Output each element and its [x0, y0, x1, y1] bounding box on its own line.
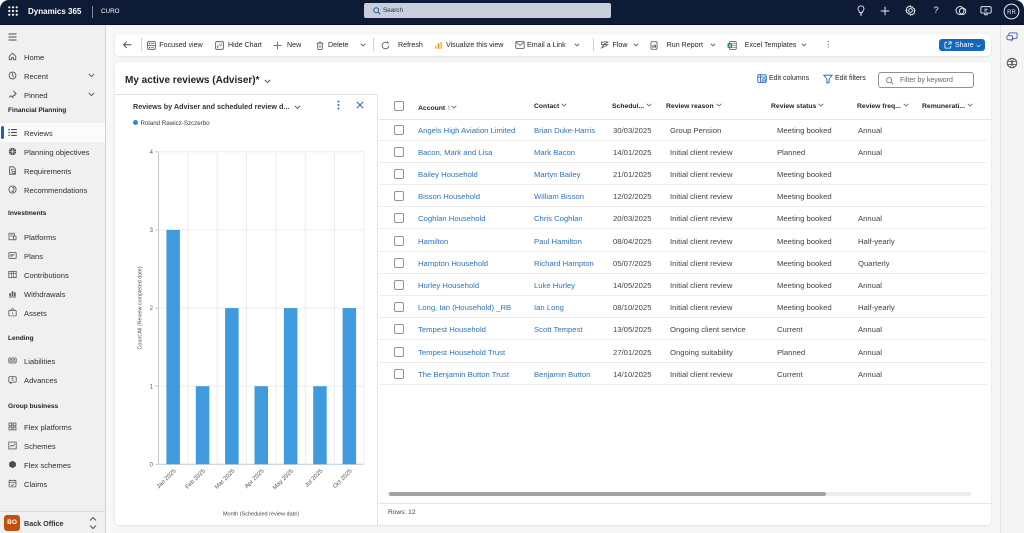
svg-text:Oct 2025: Oct 2025 — [332, 468, 354, 490]
svg-text:0: 0 — [150, 463, 154, 469]
svg-text:Feb 2025: Feb 2025 — [185, 468, 208, 491]
svg-text:$: $ — [11, 377, 14, 382]
svg-text:4: 4 — [150, 150, 154, 156]
svg-text:2: 2 — [150, 306, 154, 312]
svg-text:Jan 2025: Jan 2025 — [156, 468, 178, 490]
svg-text:Mar 2025: Mar 2025 — [214, 468, 237, 491]
svg-text:Count:All (Review completed da: Count:All (Review completed date) — [138, 266, 144, 349]
svg-text:1: 1 — [150, 384, 154, 390]
svg-text:May 2025: May 2025 — [272, 468, 295, 491]
svg-text:RR: RR — [1007, 10, 1016, 16]
svg-text:Jul 2025: Jul 2025 — [304, 468, 325, 489]
svg-text:Apr 2025: Apr 2025 — [244, 468, 266, 490]
svg-text:Month (Scheduled review date): Month (Scheduled review date) — [223, 512, 299, 518]
svg-text:3: 3 — [150, 228, 154, 234]
